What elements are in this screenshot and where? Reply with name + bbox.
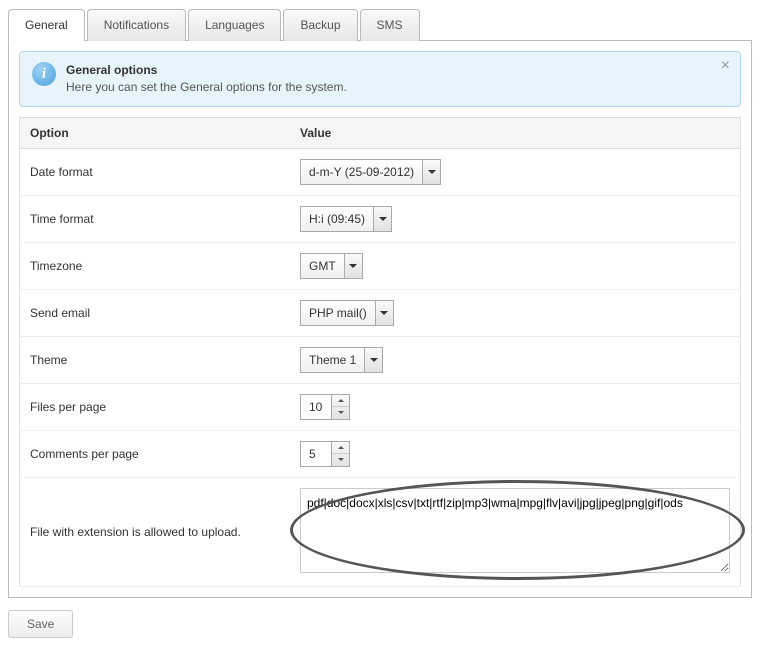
label-allowed-extensions: File with extension is allowed to upload… [20, 477, 291, 586]
chevron-up-icon[interactable] [332, 442, 349, 454]
select-timezone[interactable]: GMT [300, 253, 363, 279]
tab-backup[interactable]: Backup [283, 9, 357, 41]
select-time-format[interactable]: H:i (09:45) [300, 206, 392, 232]
chevron-down-icon[interactable] [344, 254, 362, 278]
label-timezone: Timezone [20, 242, 291, 289]
info-icon: i [32, 62, 56, 86]
save-button[interactable]: Save [8, 610, 73, 638]
tabs-bar: General Notifications Languages Backup S… [8, 8, 752, 41]
select-theme[interactable]: Theme 1 [300, 347, 383, 373]
chevron-down-icon[interactable] [422, 160, 440, 184]
close-icon[interactable]: × [721, 58, 730, 74]
spinner-files-per-page[interactable]: 10 [300, 394, 350, 420]
row-send-email: Send email PHP mail() [20, 289, 741, 336]
textarea-allowed-extensions[interactable] [300, 488, 730, 573]
tab-languages[interactable]: Languages [188, 9, 281, 41]
chevron-down-icon[interactable] [332, 406, 349, 419]
chevron-down-icon[interactable] [332, 453, 349, 466]
tab-sms[interactable]: SMS [360, 9, 420, 41]
label-theme: Theme [20, 336, 291, 383]
row-date-format: Date format d-m-Y (25-09-2012) [20, 148, 741, 195]
col-value: Value [290, 117, 741, 148]
row-files-per-page: Files per page 10 [20, 383, 741, 430]
row-comments-per-page: Comments per page 5 [20, 430, 741, 477]
label-time-format: Time format [20, 195, 291, 242]
notice-box: i General options Here you can set the G… [19, 51, 741, 107]
row-timezone: Timezone GMT [20, 242, 741, 289]
chevron-down-icon[interactable] [375, 301, 393, 325]
notice-text: General options Here you can set the Gen… [66, 62, 347, 96]
label-date-format: Date format [20, 148, 291, 195]
chevron-down-icon[interactable] [373, 207, 391, 231]
row-allowed-extensions: File with extension is allowed to upload… [20, 477, 741, 586]
select-date-format[interactable]: d-m-Y (25-09-2012) [300, 159, 441, 185]
tab-notifications[interactable]: Notifications [87, 9, 186, 41]
col-option: Option [20, 117, 291, 148]
label-files-per-page: Files per page [20, 383, 291, 430]
label-comments-per-page: Comments per page [20, 430, 291, 477]
row-time-format: Time format H:i (09:45) [20, 195, 741, 242]
chevron-down-icon[interactable] [364, 348, 382, 372]
notice-desc: Here you can set the General options for… [66, 80, 347, 94]
notice-title: General options [66, 62, 347, 79]
spinner-comments-per-page[interactable]: 5 [300, 441, 350, 467]
row-theme: Theme Theme 1 [20, 336, 741, 383]
panel-general: i General options Here you can set the G… [8, 41, 752, 598]
chevron-up-icon[interactable] [332, 395, 349, 407]
label-send-email: Send email [20, 289, 291, 336]
tab-general[interactable]: General [8, 9, 85, 41]
options-table: Option Value Date format d-m-Y (25-09-20… [19, 117, 741, 587]
select-send-email[interactable]: PHP mail() [300, 300, 394, 326]
